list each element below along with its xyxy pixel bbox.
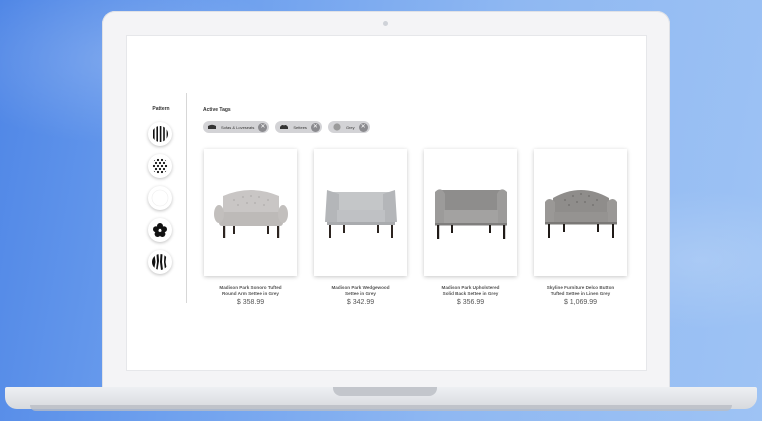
- webcam: [383, 21, 388, 26]
- product-card[interactable]: Madison Park Sonoro Tufted Round Arm Set…: [204, 149, 297, 306]
- vertical-stripes-swatch-icon[interactable]: [148, 122, 172, 146]
- grey-color-icon: [332, 123, 342, 131]
- product-image[interactable]: [314, 149, 407, 276]
- product-card[interactable]: Madison Park Wedgewood Settee in Grey $ …: [314, 149, 407, 306]
- solid-white-swatch-icon[interactable]: [148, 186, 172, 210]
- sofa-icon: [207, 124, 217, 130]
- product-price: $ 358.99: [236, 299, 265, 306]
- remove-tag-icon[interactable]: ✕: [258, 122, 268, 132]
- product-card[interactable]: Skyline Furniture Delco Button Tufted Se…: [534, 149, 627, 306]
- tag-label: Grey: [345, 124, 355, 130]
- remove-tag-icon[interactable]: ✕: [358, 122, 368, 132]
- product-price: $ 1,069.99: [563, 299, 598, 306]
- product-image[interactable]: [534, 149, 627, 276]
- polka-dot-swatch-icon[interactable]: [148, 154, 172, 178]
- laptop-notch: [333, 387, 437, 396]
- laptop-screen: Pattern Active Tags Sofas & Loveseats ✕ …: [127, 36, 646, 370]
- product-grid: Madison Park Sonoro Tufted Round Arm Set…: [204, 149, 627, 306]
- floral-swatch-icon[interactable]: [148, 218, 172, 242]
- product-name[interactable]: Madison Park Upholstered Solid Back Sett…: [424, 285, 517, 297]
- tag-label: Settees: [293, 124, 307, 130]
- pattern-label: Pattern: [152, 106, 170, 112]
- remove-tag-icon[interactable]: ✕: [310, 122, 320, 132]
- tag-label: Sofas & Loveseats: [221, 124, 255, 130]
- product-name[interactable]: Skyline Furniture Delco Button Tufted Se…: [534, 285, 627, 297]
- product-name[interactable]: Madison Park Wedgewood Settee in Grey: [314, 285, 407, 297]
- settee-icon: [279, 124, 289, 130]
- tag-sofas-loveseats[interactable]: Sofas & Loveseats ✕: [203, 121, 270, 133]
- active-tags-label: Active Tags: [203, 107, 231, 113]
- product-image[interactable]: [424, 149, 517, 276]
- sidebar-divider: [186, 93, 187, 303]
- product-image[interactable]: [204, 149, 297, 276]
- product-name[interactable]: Madison Park Sonoro Tufted Round Arm Set…: [204, 285, 297, 297]
- product-card[interactable]: Madison Park Upholstered Solid Back Sett…: [424, 149, 517, 306]
- laptop-base-edge: [30, 405, 732, 411]
- tag-grey[interactable]: Grey ✕: [327, 121, 370, 133]
- zebra-swatch-icon[interactable]: [148, 250, 172, 274]
- product-price: $ 342.99: [346, 299, 375, 306]
- active-tags-list: Sofas & Loveseats ✕ Settees ✕ Grey ✕: [203, 121, 370, 133]
- tag-settees[interactable]: Settees ✕: [275, 121, 322, 133]
- product-price: $ 356.99: [456, 299, 485, 306]
- pattern-filter: Pattern: [141, 106, 181, 274]
